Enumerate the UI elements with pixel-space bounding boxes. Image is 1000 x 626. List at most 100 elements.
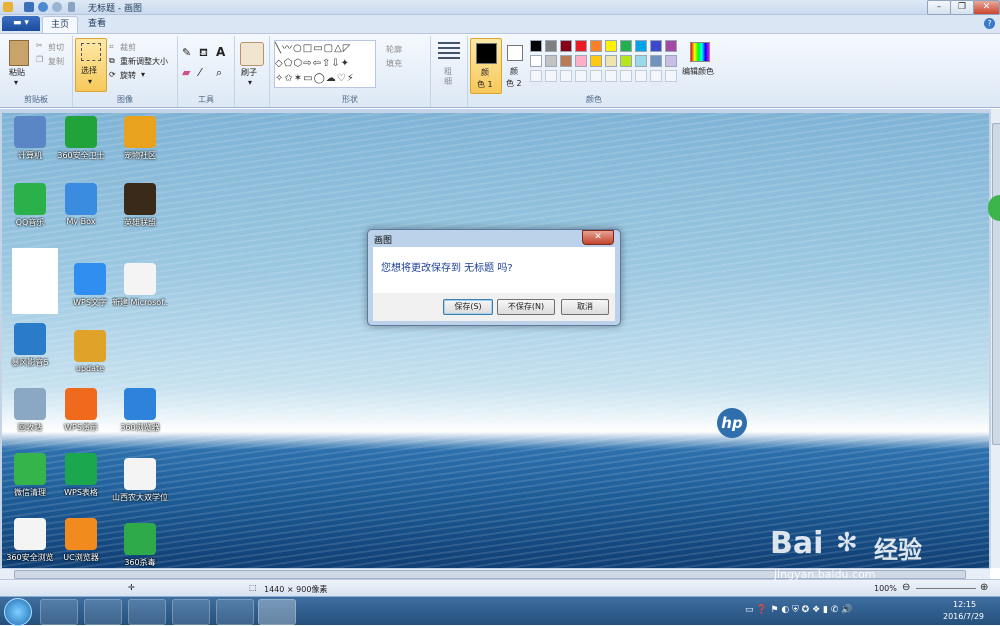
custom-color-swatch[interactable] xyxy=(530,70,542,82)
redo-icon[interactable] xyxy=(52,2,62,12)
edit-colors-button[interactable]: 编辑颜色 xyxy=(682,66,714,77)
color1-button[interactable]: 颜 色 1 xyxy=(470,38,502,94)
customize-quick-access-icon[interactable] xyxy=(68,2,75,12)
zoom-in-icon[interactable]: ⊕ xyxy=(980,582,988,593)
desktop-shortcut[interactable]: My Box xyxy=(53,183,109,226)
color-swatch[interactable] xyxy=(575,40,587,52)
save-button[interactable]: 保存(S) xyxy=(443,299,493,315)
color-swatch[interactable] xyxy=(545,55,557,67)
size-label-2[interactable]: 细 xyxy=(444,76,452,87)
dialog-close-button[interactable]: ✕ xyxy=(582,230,614,245)
shapes-gallery[interactable]: ╲〰○□▭▢△◸ ◇⬠⬡⇨⇦⇧⇩✦ ✧✩✶▭◯☁♡⚡ xyxy=(274,40,376,88)
cut-button[interactable]: 剪切 xyxy=(48,42,64,53)
line-size-icon[interactable] xyxy=(438,42,460,60)
fill-icon[interactable]: ⛾ xyxy=(199,46,208,61)
color-swatch[interactable] xyxy=(560,40,572,52)
desktop-shortcut[interactable]: 360浏览器 xyxy=(112,388,168,433)
color-swatch[interactable] xyxy=(665,40,677,52)
desktop-shortcut[interactable]: WPS表格 xyxy=(53,453,109,498)
clock-time[interactable]: 12:15 xyxy=(953,600,976,609)
copy-button[interactable]: 复制 xyxy=(48,56,64,67)
tab-view[interactable]: 查看 xyxy=(80,16,114,32)
minimize-button[interactable]: – xyxy=(927,0,951,15)
desktop-shortcut[interactable]: 宠物社区 xyxy=(112,116,168,161)
rotate-dropdown-icon[interactable]: ▾ xyxy=(141,70,145,79)
undo-icon[interactable] xyxy=(38,2,48,12)
color-swatch[interactable] xyxy=(650,40,662,52)
desktop-shortcut[interactable]: 山西农大双学位金融... xyxy=(112,458,168,503)
desktop-shortcut[interactable]: 回收站 xyxy=(2,388,58,433)
desktop-shortcut[interactable]: 新建 Microsof... xyxy=(112,263,168,308)
desktop-shortcut[interactable]: QQ音乐 xyxy=(2,183,58,228)
pencil-icon[interactable]: ✎ xyxy=(182,46,191,59)
eraser-icon[interactable]: ▰ xyxy=(182,66,190,79)
color-swatch[interactable] xyxy=(545,40,557,52)
tray-icons[interactable]: ▭ ❓ ⚑ ◐ ⛨ ✪ ❖ ▮ ✆ 🔊 xyxy=(745,605,852,615)
custom-color-swatch[interactable] xyxy=(665,70,677,82)
brush-icon[interactable] xyxy=(240,42,264,66)
color-swatch[interactable] xyxy=(635,40,647,52)
save-icon[interactable] xyxy=(24,2,34,12)
custom-color-swatch[interactable] xyxy=(545,70,557,82)
taskbar-uc-icon[interactable] xyxy=(128,599,166,625)
color-swatch[interactable] xyxy=(620,55,632,67)
taskbar-wps-icon[interactable] xyxy=(216,599,254,625)
dont-save-button[interactable]: 不保存(N) xyxy=(497,299,555,315)
color-swatch[interactable] xyxy=(590,40,602,52)
desktop-shortcut[interactable]: UC浏览器 xyxy=(53,518,109,563)
paint-app-icon[interactable] xyxy=(3,2,13,12)
paste-dropdown-icon[interactable]: ▾ xyxy=(14,78,18,87)
desktop-shortcut[interactable]: 360杀毒 xyxy=(112,523,168,568)
text-icon[interactable]: A xyxy=(216,45,225,59)
start-button[interactable] xyxy=(4,598,32,626)
color-swatch[interactable] xyxy=(605,40,617,52)
edit-colors-icon[interactable] xyxy=(690,42,710,62)
custom-color-swatch[interactable] xyxy=(590,70,602,82)
close-button[interactable]: ✕ xyxy=(973,0,1000,15)
color-swatch[interactable] xyxy=(590,55,602,67)
color-swatch[interactable] xyxy=(575,55,587,67)
custom-color-swatch[interactable] xyxy=(575,70,587,82)
canvas-image[interactable]: hp 计算机 360安全卫士 宠物社区 QQ音乐 My Box 英雄联盟 WPS文字 新建 M… xyxy=(2,113,989,568)
custom-color-swatch[interactable] xyxy=(560,70,572,82)
desktop-shortcut[interactable]: 暴风影音5 xyxy=(2,323,58,368)
tab-home[interactable]: 主页 xyxy=(42,16,79,33)
custom-color-swatch[interactable] xyxy=(650,70,662,82)
desktop-shortcut[interactable]: 英雄联盟 xyxy=(112,183,168,228)
paste-button[interactable]: 粘贴 xyxy=(9,67,25,78)
vertical-scrollbar[interactable] xyxy=(990,109,1000,568)
fill-button[interactable]: 填充 xyxy=(386,58,402,69)
custom-color-swatch[interactable] xyxy=(620,70,632,82)
help-icon[interactable]: ? xyxy=(984,18,995,29)
file-menu-button[interactable]: ▬ ▾ xyxy=(2,16,40,31)
resize-button[interactable]: 重新调整大小 xyxy=(120,56,168,67)
desktop-shortcut[interactable]: 计算机 xyxy=(2,116,58,161)
maximize-button[interactable]: ❐ xyxy=(950,0,974,15)
desktop-shortcut[interactable]: 360安全浏览 xyxy=(2,518,58,563)
color-swatch[interactable] xyxy=(620,40,632,52)
taskbar-360-icon[interactable] xyxy=(40,599,78,625)
color-swatch[interactable] xyxy=(530,40,542,52)
cancel-button[interactable]: 取消 xyxy=(561,299,609,315)
color-swatch[interactable] xyxy=(560,55,572,67)
crop-button[interactable]: 裁剪 xyxy=(120,42,136,53)
magnifier-icon[interactable]: ⌕ xyxy=(216,66,222,80)
color-swatch[interactable] xyxy=(635,55,647,67)
taskbar-game-icon[interactable] xyxy=(172,599,210,625)
desktop-shortcut[interactable]: WPS演示 xyxy=(53,388,109,433)
clock-date[interactable]: 2016/7/29 xyxy=(943,612,984,621)
color-swatch[interactable] xyxy=(530,55,542,67)
vertical-scroll-thumb[interactable] xyxy=(992,123,1000,445)
color2-button[interactable]: 颜 色 2 xyxy=(502,38,528,92)
brushes-dropdown-icon[interactable]: ▾ xyxy=(248,78,252,87)
select-button[interactable]: 选择 ▾ xyxy=(75,38,107,92)
color-picker-icon[interactable]: ⁄ xyxy=(199,66,201,79)
desktop-shortcut[interactable]: update xyxy=(62,330,118,373)
paste-icon[interactable] xyxy=(9,40,29,66)
outline-button[interactable]: 轮廓 xyxy=(386,44,402,55)
color-swatch[interactable] xyxy=(665,55,677,67)
color-swatch[interactable] xyxy=(605,55,617,67)
custom-color-swatch[interactable] xyxy=(605,70,617,82)
taskbar-paint-icon[interactable] xyxy=(258,599,296,625)
brushes-button[interactable]: 刷子 xyxy=(241,67,257,78)
